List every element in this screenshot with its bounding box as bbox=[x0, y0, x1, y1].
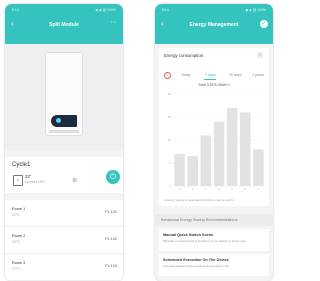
split-module-screen: 8:14 ◆ ◈ ▥ 100% ‹ Split Module ··· Cycle… bbox=[5, 4, 123, 281]
room-item[interactable]: Room 3 17°C F1-103 bbox=[5, 254, 123, 281]
status-time: 8:14 bbox=[12, 8, 19, 12]
boiler-display bbox=[56, 118, 61, 123]
boiler-image bbox=[46, 53, 82, 135]
x-tick-label: 3 bbox=[205, 187, 207, 191]
more-icon[interactable]: ··· bbox=[111, 19, 117, 26]
chart-bar[interactable] bbox=[200, 135, 212, 186]
status-icons: ◆ ◈ ▥ 100% bbox=[95, 8, 116, 12]
x-tick-label: 6 bbox=[245, 187, 247, 191]
scene-card[interactable]: Scheduled Execution On The Device Can au… bbox=[159, 254, 269, 276]
room-id: F1-101 bbox=[104, 210, 117, 214]
x-tick-label: 5 bbox=[231, 187, 233, 191]
room-id: F1-103 bbox=[104, 264, 117, 268]
room-name: Room 2 bbox=[12, 234, 26, 238]
room-temp: 17°C bbox=[12, 267, 20, 271]
page-title: Energy Management bbox=[189, 22, 239, 28]
energy-management-screen: 8:14 ◆ ◈ ▥ 100% ‹ Energy Management ✓ En… bbox=[155, 4, 273, 281]
chart-bar[interactable] bbox=[174, 153, 185, 186]
x-tick-label: 7 bbox=[258, 187, 260, 191]
set-temperature: 23° bbox=[25, 174, 32, 179]
y-tick-label: 15 bbox=[168, 115, 172, 119]
total-energy: Total 3.87% 0kWh h bbox=[198, 83, 230, 87]
chart-bar[interactable] bbox=[240, 112, 251, 186]
y-tick-label: 20 bbox=[168, 92, 172, 96]
x-tick-label: 4 bbox=[218, 187, 220, 191]
y-tick-label: 10 bbox=[168, 138, 172, 142]
scene-title: Manual Quick Switch Scene bbox=[163, 233, 214, 237]
chart-note: Energy saving is estimated and there may… bbox=[165, 198, 234, 202]
room-name: Room 1 bbox=[12, 207, 26, 211]
status-time: 8:14 bbox=[162, 8, 169, 12]
y-tick-label: 0 bbox=[169, 184, 171, 188]
alert-icon: ! bbox=[164, 72, 171, 79]
current-temperature: Current 19°C bbox=[25, 180, 46, 184]
device-name: Cycle1 bbox=[12, 162, 31, 168]
scene-card[interactable]: Manual Quick Switch Scene Manually execu… bbox=[159, 229, 269, 251]
tab-today[interactable]: Today bbox=[181, 73, 191, 77]
tab-7-days[interactable]: 7 days bbox=[205, 73, 216, 77]
header: 8:14 ◆ ◈ ▥ 100% ‹ Split Module ··· bbox=[5, 4, 123, 44]
y-tick-label: 5 bbox=[169, 161, 171, 165]
thermostat-icon: H bbox=[13, 175, 23, 186]
tab-1-years[interactable]: 1 years bbox=[252, 73, 264, 77]
chart-bar[interactable] bbox=[226, 107, 238, 186]
room-temp: 17°C bbox=[12, 213, 20, 217]
section-title: Behavioral Energy Saving Recommendations bbox=[161, 218, 238, 222]
room-name: Room 3 bbox=[12, 261, 26, 265]
chart-bar[interactable] bbox=[213, 121, 225, 186]
energy-chart: 20 15 10 5 0 1 2 3 4 5 6 7 bbox=[168, 92, 265, 191]
status-icons: ◆ ◈ ▥ 100% bbox=[245, 8, 266, 12]
scene-description: Manually executed shortcut functions can… bbox=[163, 239, 246, 243]
header: 8:14 ◆ ◈ ▥ 100% ‹ Energy Management ✓ bbox=[155, 4, 273, 44]
page-title: Split Module bbox=[49, 22, 79, 28]
active-tab-indicator bbox=[204, 79, 216, 80]
room-item[interactable]: Room 2 20°C F1-102 bbox=[5, 227, 123, 254]
tab-30-days[interactable]: 30 days bbox=[229, 73, 242, 77]
settings-gear-icon[interactable]: ⚙ bbox=[72, 177, 77, 184]
x-tick-label: 1 bbox=[179, 187, 181, 191]
power-button[interactable]: ⏻ bbox=[106, 170, 120, 184]
x-tick-label: 2 bbox=[192, 187, 194, 191]
check-icon[interactable]: ✓ bbox=[260, 20, 268, 28]
energy-panel: Energy consumption ≡ ! Today 7 days 30 d… bbox=[159, 48, 269, 206]
room-id: F1-102 bbox=[104, 237, 117, 241]
energy-title: Energy consumption bbox=[164, 53, 204, 58]
chart-bar[interactable] bbox=[253, 149, 264, 186]
room-temp: 20°C bbox=[12, 240, 20, 244]
room-item[interactable]: Room 1 17°C F1-101 bbox=[5, 200, 123, 227]
boiler-panel bbox=[51, 115, 77, 127]
scene-title: Scheduled Execution On The Device bbox=[163, 258, 229, 262]
boiler-base bbox=[49, 130, 79, 133]
room-list: Room 1 17°C F1-101 Room 2 20°C F1-102 Ro… bbox=[5, 200, 123, 281]
menu-icon[interactable]: ≡ bbox=[257, 52, 263, 58]
chart-bar[interactable] bbox=[187, 156, 198, 186]
scene-description: Can automatically control equipment acco… bbox=[163, 264, 229, 268]
